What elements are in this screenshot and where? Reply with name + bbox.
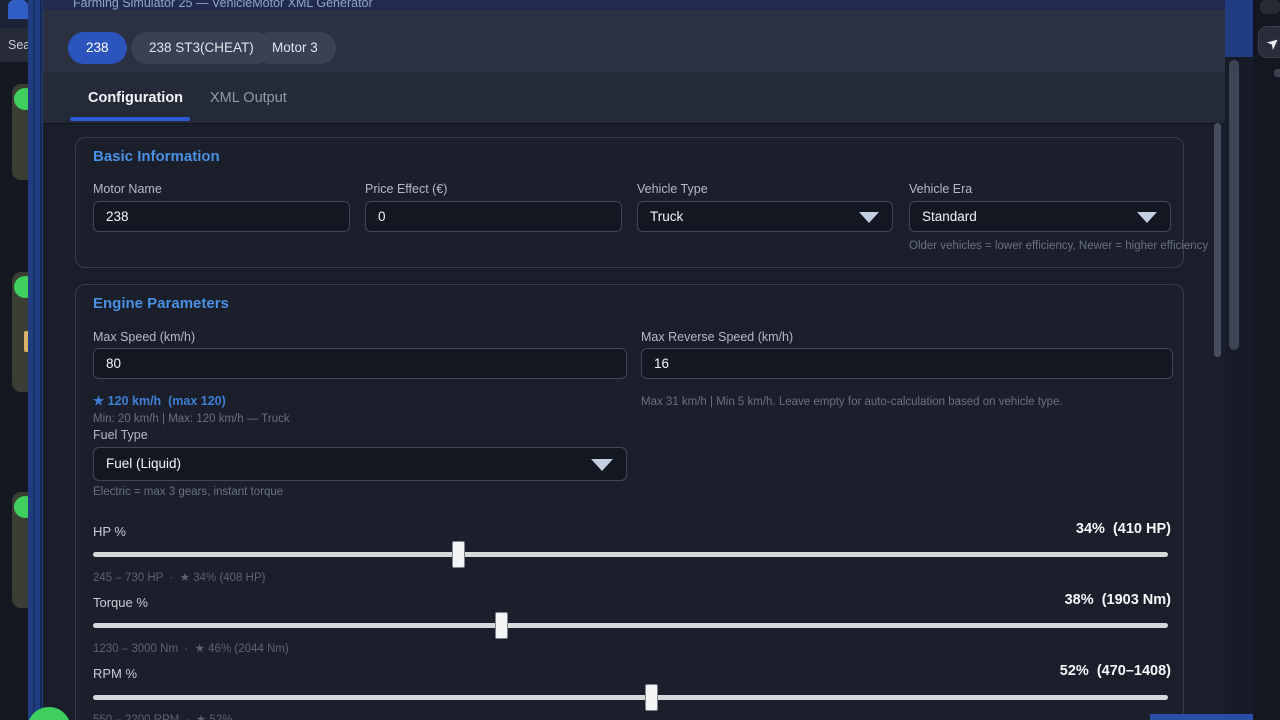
window-scrollbar[interactable] [1229, 60, 1239, 350]
background-right-panel [1253, 0, 1280, 720]
send-cursor-button[interactable]: ➤ [1258, 26, 1280, 58]
screen: Sea Farming Simulator 25 — VehicleMotor … [0, 0, 1280, 720]
hp-percent-value: 34% (410 HP) [1076, 521, 1171, 537]
torque-percent-value: 38% (1903 Nm) [1065, 592, 1171, 608]
background-blue-tab [8, 0, 28, 19]
torque-range-note: 1230 – 3000 Nm · ★ 46% (2044 Nm) [93, 641, 289, 655]
rpm-percent-slider[interactable] [93, 695, 1168, 700]
rpm-percent-label: RPM % [93, 666, 137, 681]
tab-xml-output[interactable]: XML Output [210, 90, 287, 106]
torque-percent-slider[interactable] [93, 623, 1168, 628]
motor-tab-motor-3[interactable]: Motor 3 [254, 32, 336, 64]
background-search-input[interactable]: Sea [0, 28, 28, 62]
vehicle-type-value: Truck [650, 209, 683, 224]
fuel-type-hint: Electric = max 3 gears, instant torque [93, 486, 283, 498]
motor-name-input[interactable]: 238 [93, 201, 350, 232]
basic-information-card: Basic Information Motor Name 238 Price E… [75, 137, 1184, 268]
send-cursor-icon: ➤ [1263, 32, 1280, 54]
rpm-percent-value: 52% (470–1408) [1060, 663, 1171, 679]
price-effect-label: Price Effect (€) [365, 182, 447, 196]
motor-tab-238-st3-cheat[interactable]: 238 ST3(CHEAT) [131, 32, 272, 64]
content-scrollbar[interactable] [1214, 123, 1221, 357]
window-title: Farming Simulator 25 — VehicleMotor XML … [73, 0, 373, 10]
vehicle-era-hint: Older vehicles = lower efficiency, Newer… [909, 240, 1208, 252]
max-speed-label: Max Speed (km/h) [93, 330, 195, 344]
engine-parameters-card: Engine Parameters Max Speed (km/h) 80 Ma… [75, 284, 1184, 720]
background-right-tab [1260, 0, 1280, 14]
engine-parameters-heading: Engine Parameters [93, 295, 229, 312]
rpm-range-note: 550 – 2200 RPM · ★ 52% [93, 712, 232, 720]
active-tab-indicator [70, 117, 190, 121]
fuel-type-select[interactable]: Fuel (Liquid) [93, 447, 627, 481]
fuel-type-label: Fuel Type [93, 428, 148, 442]
max-speed-input[interactable]: 80 [93, 348, 627, 379]
max-speed-range-hint: Min: 20 km/h | Max: 120 km/h — Truck [93, 413, 290, 425]
frame-divider [33, 0, 35, 720]
tab-configuration[interactable]: Configuration [88, 90, 183, 106]
fuel-type-value: Fuel (Liquid) [106, 456, 181, 471]
window-frame-top-right [1225, 0, 1253, 57]
hp-range-note: 245 – 730 HP · ★ 34% (408 HP) [93, 570, 265, 584]
background-dot [1274, 69, 1280, 77]
vehicle-era-label: Vehicle Era [909, 182, 972, 196]
basic-information-heading: Basic Information [93, 148, 220, 165]
vehicle-era-select[interactable]: Standard [909, 201, 1171, 232]
hp-percent-slider[interactable] [93, 552, 1168, 557]
vehicle-era-value: Standard [922, 209, 977, 224]
max-reverse-speed-input[interactable]: 16 [641, 348, 1173, 379]
hp-percent-label: HP % [93, 524, 126, 539]
window-frame-bottom [1150, 714, 1253, 720]
dropdown-arrow-icon [859, 212, 879, 223]
motor-tab-238[interactable]: 238 [68, 32, 127, 64]
dropdown-arrow-icon [1137, 212, 1157, 223]
motor-name-label: Motor Name [93, 182, 162, 196]
price-effect-input[interactable]: 0 [365, 201, 622, 232]
configuration-panel: Basic Information Motor Name 238 Price E… [43, 124, 1225, 720]
max-reverse-speed-hint: Max 31 km/h | Min 5 km/h. Leave empty fo… [641, 396, 1063, 408]
motor-tabs-bar: 238 238 ST3(CHEAT) Motor 3 [43, 10, 1225, 72]
vehicle-type-select[interactable]: Truck [637, 201, 893, 232]
torque-percent-label: Torque % [93, 595, 148, 610]
dropdown-arrow-icon [591, 459, 613, 471]
max-speed-recommended-hint: ★ 120 km/h (max 120) [93, 393, 226, 408]
frame-divider [40, 0, 42, 720]
view-tabs-bar: Configuration XML Output [43, 72, 1225, 124]
title-bar[interactable]: Farming Simulator 25 — VehicleMotor XML … [43, 0, 1225, 10]
rpm-slider-thumb[interactable] [645, 684, 658, 711]
max-reverse-speed-label: Max Reverse Speed (km/h) [641, 330, 793, 344]
hp-slider-thumb[interactable] [452, 541, 465, 568]
vehicle-type-label: Vehicle Type [637, 182, 708, 196]
torque-slider-thumb[interactable] [495, 612, 508, 639]
